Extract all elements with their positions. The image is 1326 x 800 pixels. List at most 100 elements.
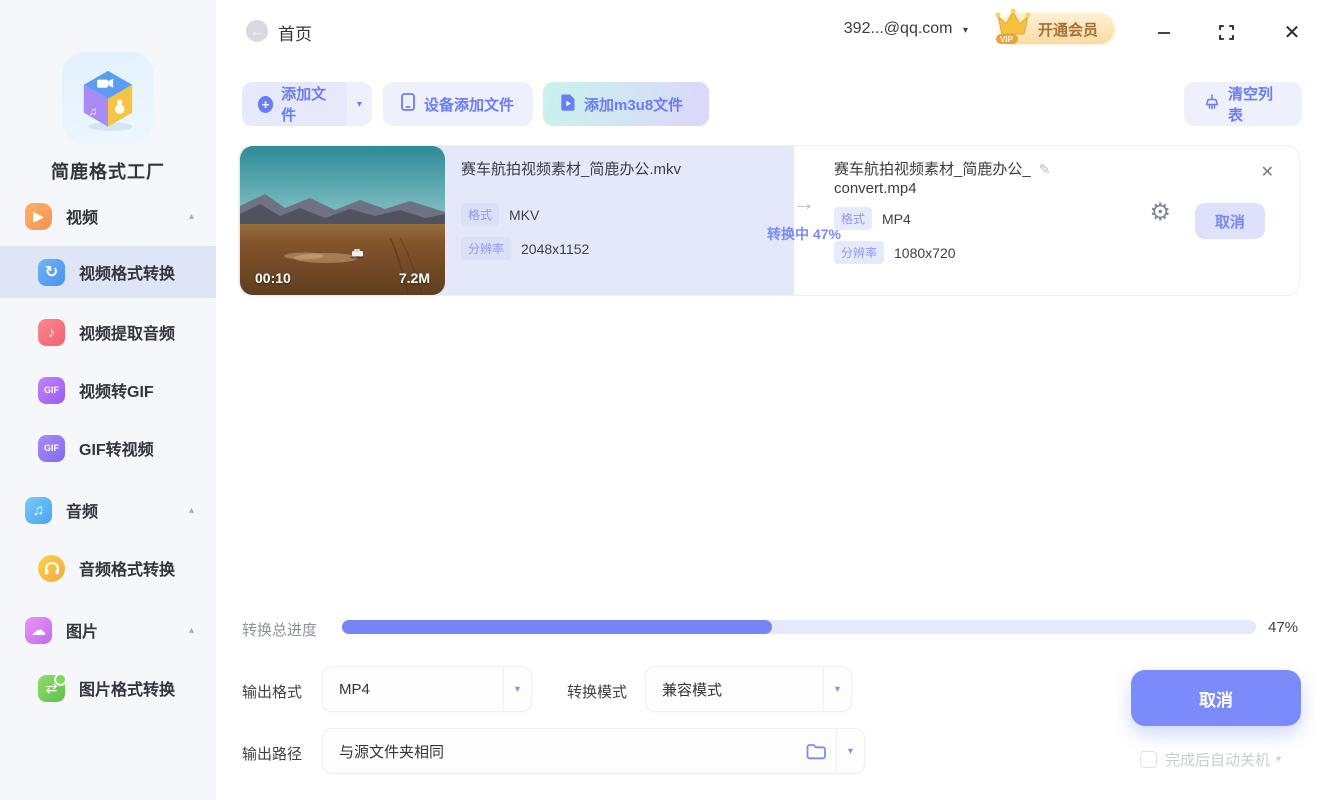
collapse-caret-icon[interactable]: ▴ — [189, 211, 194, 222]
edit-filename-icon[interactable]: ✎ — [1039, 160, 1051, 179]
total-progress-percent: 47% — [1268, 619, 1299, 636]
chevron-down-icon: ▾ — [847, 745, 854, 757]
sidebar-item-image-group[interactable]: ☁ 图片 ▴ — [0, 608, 216, 652]
convert-mode-label: 转换模式 — [567, 684, 628, 701]
vip-upgrade-button[interactable]: VIP 开通会员 — [995, 8, 1116, 46]
add-m3u8-button[interactable]: 添加m3u8文件 — [543, 82, 709, 126]
page-title: 首页 — [278, 25, 312, 44]
account-email: 392...@qq.com — [843, 20, 953, 37]
format-badge: 格式 — [834, 207, 873, 230]
output-format-select[interactable]: MP4 ▾ — [322, 666, 532, 712]
close-icon: ✕ — [1283, 21, 1301, 44]
image-icon: ☁ — [25, 616, 52, 644]
sidebar-item-video-to-gif[interactable]: GIF 视频转GIF — [0, 368, 216, 412]
maximize-button[interactable] — [1214, 20, 1238, 44]
total-progress-label: 转换总进度 — [242, 622, 318, 639]
output-resolution-value: 1080x720 — [894, 244, 956, 261]
output-format-selected: MP4 — [339, 680, 370, 698]
folder-browse-button[interactable] — [806, 743, 826, 760]
vip-label: 开通会员 — [1037, 21, 1098, 39]
gif-icon: GIF — [38, 434, 65, 462]
chevron-down-icon: ▾ — [834, 683, 841, 695]
app-branding: ♫ 简鹿格式工厂 — [0, 52, 216, 184]
image-convert-icon: ⇄ — [38, 672, 67, 702]
crown-icon: VIP — [990, 4, 1036, 51]
maximize-icon — [1218, 24, 1234, 40]
titlebar: ← 首页 392...@qq.com ▾ VIP 开通会员 ✕ — [216, 0, 1326, 62]
app-window: ♫ 简鹿格式工厂 ▶ 视频 ▴ ↻ 视频格式转换 ♪ 视频提取音频 GIF 视频… — [0, 0, 1326, 800]
back-arrow-icon: ← — [250, 23, 264, 39]
auto-shutdown-checkbox[interactable] — [1140, 751, 1157, 768]
collapse-caret-icon[interactable]: ▴ — [189, 505, 194, 516]
task-cancel-button[interactable]: 取消 — [1195, 203, 1265, 239]
minimize-icon — [1158, 32, 1170, 34]
sidebar-item-image-convert[interactable]: ⇄ 图片格式转换 — [0, 666, 216, 710]
app-name: 简鹿格式工厂 — [51, 162, 165, 182]
output-path-select[interactable]: 与源文件夹相同 ▾ — [322, 728, 865, 774]
gear-icon: ⚙ — [1149, 199, 1171, 226]
audio-icon: ♫ — [25, 496, 52, 524]
conversion-task-card: 00:10 7.2M 赛车航拍视频素材_简鹿办公.mkv 格式 MKV 分辨率 … — [238, 145, 1300, 296]
add-file-button[interactable]: + 添加文件 — [242, 82, 347, 126]
source-format-value: MKV — [509, 206, 540, 223]
back-button[interactable]: ← — [246, 20, 268, 42]
chevron-down-icon: ▾ — [356, 98, 362, 110]
phone-icon — [401, 93, 415, 115]
source-resolution-value: 2048x1152 — [521, 240, 590, 257]
collapse-caret-icon[interactable]: ▴ — [189, 625, 194, 636]
toolbar: + 添加文件 ▾ 设备添加文件 添加m3u8文件 清空列表 — [216, 82, 1326, 126]
sidebar: ♫ 简鹿格式工厂 ▶ 视频 ▴ ↻ 视频格式转换 ♪ 视频提取音频 GIF 视频… — [0, 0, 216, 800]
chevron-down-icon: ▾ — [1276, 754, 1282, 765]
gif-icon: GIF — [38, 376, 65, 404]
video-convert-icon: ↻ — [38, 258, 65, 286]
convert-mode-selected: 兼容模式 — [662, 681, 723, 699]
convert-mode-select[interactable]: 兼容模式 ▾ — [645, 666, 852, 712]
output-format-value: MP4 — [882, 210, 911, 227]
chevron-down-icon: ▾ — [514, 683, 521, 695]
minimize-button[interactable] — [1152, 20, 1176, 44]
task-settings-button[interactable]: ⚙ — [1149, 201, 1171, 225]
video-duration: 00:10 — [255, 270, 291, 286]
video-thumbnail[interactable]: 00:10 7.2M — [240, 146, 445, 295]
close-button[interactable]: ✕ — [1280, 20, 1304, 44]
source-file-info: 赛车航拍视频素材_简鹿办公.mkv 格式 MKV 分辨率 2048x1152 — [461, 146, 751, 295]
cancel-all-button[interactable]: 取消 — [1131, 670, 1301, 726]
plus-icon: + — [258, 95, 274, 113]
output-filename: 赛车航拍视频素材_简鹿办公_ ✎ convert.mp4 — [834, 160, 1051, 197]
video-filesize: 7.2M — [398, 270, 430, 286]
svg-text:♫: ♫ — [89, 106, 97, 118]
music-note-icon: ♪ — [38, 318, 65, 346]
video-file-icon — [561, 94, 575, 115]
video-icon: ▶ — [25, 202, 52, 230]
cube-logo-icon: ♫ — [83, 70, 133, 131]
sidebar-item-audio-convert[interactable]: 音频格式转换 — [0, 546, 216, 590]
auto-shutdown-option[interactable]: 完成后自动关机 ▾ — [1140, 749, 1281, 770]
output-file-info: 赛车航拍视频素材_简鹿办公_ ✎ convert.mp4 格式 MP4 分辨率 1… — [834, 146, 1124, 295]
folder-icon — [806, 743, 826, 759]
auto-shutdown-label: 完成后自动关机 — [1165, 752, 1271, 769]
resolution-badge: 分辨率 — [834, 241, 885, 264]
add-from-device-button[interactable]: 设备添加文件 — [383, 82, 533, 126]
format-badge: 格式 — [461, 203, 500, 226]
svg-text:VIP: VIP — [1000, 35, 1014, 44]
broom-icon — [1204, 94, 1220, 114]
account-menu[interactable]: 392...@qq.com ▾ — [844, 20, 968, 38]
clear-list-button[interactable]: 清空列表 — [1184, 82, 1302, 126]
add-file-dropdown-button[interactable]: ▾ — [346, 82, 372, 126]
source-filename: 赛车航拍视频素材_简鹿办公.mkv — [461, 161, 682, 178]
sidebar-item-video-extract-audio[interactable]: ♪ 视频提取音频 — [0, 310, 216, 354]
sidebar-item-video-group[interactable]: ▶ 视频 ▴ — [0, 194, 216, 238]
remove-task-button[interactable]: ✕ — [1261, 162, 1274, 182]
headphone-icon — [38, 554, 65, 582]
sidebar-item-audio-group[interactable]: ♫ 音频 ▴ — [0, 488, 216, 532]
add-file-split-button: + 添加文件 ▾ — [242, 82, 372, 126]
sidebar-item-gif-to-video[interactable]: GIF GIF转视频 — [0, 426, 216, 470]
app-logo-icon: ♫ — [62, 52, 154, 144]
resolution-badge: 分辨率 — [461, 237, 512, 260]
progress-fill — [342, 620, 772, 634]
sidebar-item-video-convert[interactable]: ↻ 视频格式转换 — [0, 246, 216, 298]
output-path-value: 与源文件夹相同 — [339, 743, 445, 761]
output-format-label: 输出格式 — [242, 684, 303, 701]
close-icon: ✕ — [1260, 164, 1274, 181]
chevron-down-icon: ▾ — [962, 25, 968, 36]
